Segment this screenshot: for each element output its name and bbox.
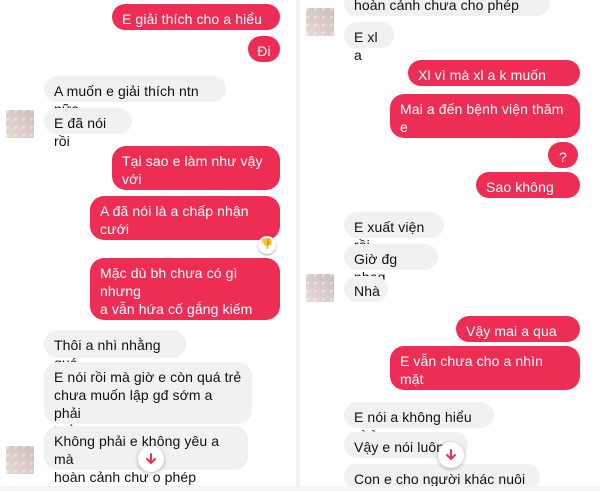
message-bubble-received[interactable]: hoàn cảnh chưa cho phép	[344, 0, 550, 16]
message-bubble-received[interactable]: Giờ đg nhag	[344, 244, 438, 285]
message-bubble-sent[interactable]: Xl vì mà xl a k muốn nghe	[408, 60, 580, 101]
thumbs-down-reaction-icon[interactable]: 👎	[258, 236, 276, 254]
contact-avatar[interactable]	[306, 8, 334, 36]
contact-avatar[interactable]	[306, 274, 334, 302]
message-bubble-received[interactable]: E đã nói rồi	[44, 108, 132, 149]
message-bubble-received[interactable]: Thôi a nhì nhằng quá	[44, 330, 186, 371]
contact-avatar[interactable]	[6, 446, 34, 474]
arrow-down-icon	[446, 449, 456, 461]
message-bubble-sent[interactable]: ?	[548, 142, 578, 168]
contact-avatar[interactable]	[6, 110, 34, 138]
message-bubble-received[interactable]: Nhà	[344, 276, 388, 302]
arrow-down-icon	[146, 453, 156, 465]
right-chat-pane: hoàn cảnh chưa cho phép E xl a Xl vì mà …	[300, 0, 600, 491]
message-bubble-sent[interactable]: Sao không rep	[476, 172, 580, 213]
message-bubble-sent[interactable]: Mặc dù bh chưa có gì nhưng a vẫn hứa cố …	[90, 258, 280, 353]
message-bubble-received[interactable]: A muốn e giải thích ntn nữa	[44, 76, 226, 117]
message-bubble-sent[interactable]: E giải thích cho a hiểu đo	[112, 4, 280, 45]
message-bubble-sent[interactable]: Đi	[248, 36, 280, 62]
message-bubble-received[interactable]: E nói rồi mà giờ e còn quá trẻ chưa muốn…	[44, 362, 252, 439]
message-bubble-sent[interactable]: Mai a đến bệnh viện thăm e và gặp con đc…	[390, 94, 580, 153]
message-bubble-sent[interactable]: E vẫn chưa cho a nhìn mặt con	[390, 346, 580, 405]
message-bubble-received[interactable]: E nói a không hiểu gì à	[344, 402, 494, 443]
message-bubble-received[interactable]: E xl a	[344, 22, 394, 63]
message-bubble-sent[interactable]: Tại sao e làm như vậy với anh	[112, 146, 280, 205]
scroll-to-bottom-button[interactable]	[138, 446, 164, 472]
scroll-to-bottom-button[interactable]	[438, 442, 464, 468]
message-bubble-received[interactable]: E xuất viện rồi	[344, 212, 444, 253]
bottom-edge	[0, 486, 600, 491]
left-chat-pane: E giải thích cho a hiểu đo Đi A muốn e g…	[0, 0, 296, 491]
message-bubble-sent[interactable]: A đã nói là a chấp nhận cưới e và nuôi c…	[90, 196, 280, 255]
message-bubble-sent[interactable]: Vậy mai a qua nhé	[456, 316, 580, 357]
